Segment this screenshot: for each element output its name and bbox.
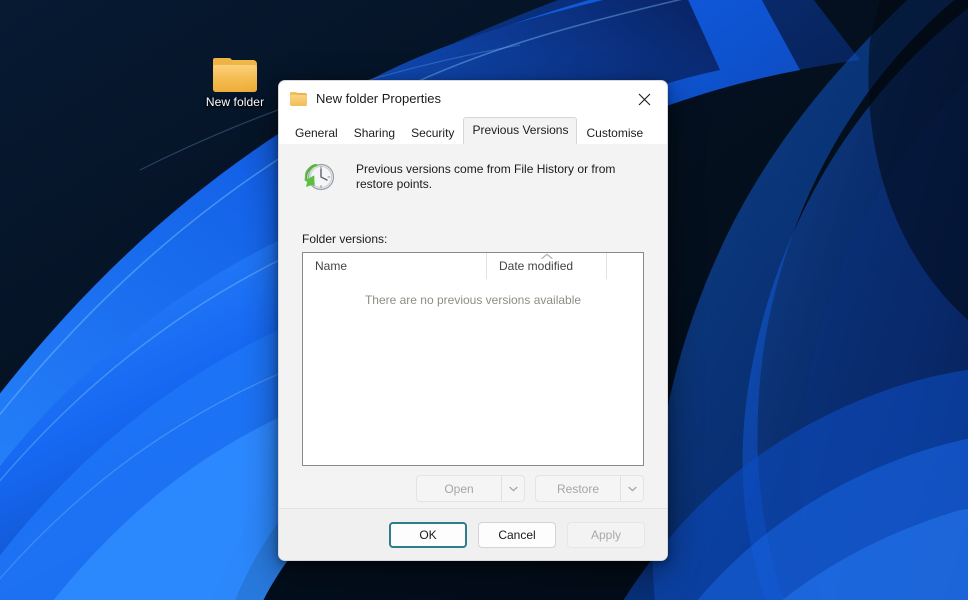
folder-icon: [213, 58, 257, 92]
folder-icon: [290, 92, 307, 106]
tab-general[interactable]: General: [287, 122, 346, 144]
versions-listview[interactable]: Name Date modified There are no previous…: [302, 252, 644, 466]
info-row: Previous versions come from File History…: [302, 160, 644, 194]
cancel-button[interactable]: Cancel: [478, 522, 556, 548]
open-button[interactable]: Open: [417, 476, 501, 501]
close-icon: [638, 93, 651, 106]
dialog-footer: OK Cancel Apply: [279, 508, 667, 560]
desktop-screen: New folder New folder Properties General…: [0, 0, 968, 600]
dialog-titlebar[interactable]: New folder Properties: [279, 81, 667, 117]
chevron-down-icon: [509, 486, 518, 492]
restore-button[interactable]: Restore: [536, 476, 620, 501]
open-dropdown-button[interactable]: [501, 476, 524, 501]
properties-dialog: New folder Properties General Sharing Se…: [278, 80, 668, 561]
dialog-title: New folder Properties: [316, 81, 441, 117]
restore-split-button[interactable]: Restore: [535, 475, 644, 502]
column-header-date-modified[interactable]: Date modified: [486, 253, 606, 279]
dialog-tabstrip: General Sharing Security Previous Versio…: [279, 117, 667, 144]
restore-dropdown-button[interactable]: [620, 476, 643, 501]
desktop-icon-new-folder[interactable]: New folder: [196, 58, 274, 109]
column-header-filler: [606, 253, 643, 279]
desktop-icon-label: New folder: [196, 95, 274, 109]
dialog-body: Previous versions come from File History…: [279, 144, 667, 508]
ok-button[interactable]: OK: [389, 522, 467, 548]
apply-button[interactable]: Apply: [567, 522, 645, 548]
tab-security[interactable]: Security: [403, 122, 462, 144]
folder-versions-label: Folder versions:: [302, 232, 644, 246]
tab-customise[interactable]: Customise: [578, 122, 651, 144]
info-text: Previous versions come from File History…: [356, 160, 632, 192]
close-button[interactable]: [622, 81, 667, 117]
column-header-date-modified-label: Date modified: [499, 259, 573, 273]
listview-empty-message: There are no previous versions available: [303, 279, 643, 465]
chevron-down-icon: [628, 486, 637, 492]
chevron-up-icon: [540, 253, 554, 260]
column-header-name[interactable]: Name: [303, 253, 486, 279]
open-split-button[interactable]: Open: [416, 475, 525, 502]
tab-previous-versions[interactable]: Previous Versions: [463, 117, 577, 144]
restore-clock-icon: [302, 160, 336, 194]
tab-sharing[interactable]: Sharing: [346, 122, 403, 144]
listview-header: Name Date modified: [303, 253, 643, 279]
listview-actions: Open Restore: [302, 466, 644, 508]
